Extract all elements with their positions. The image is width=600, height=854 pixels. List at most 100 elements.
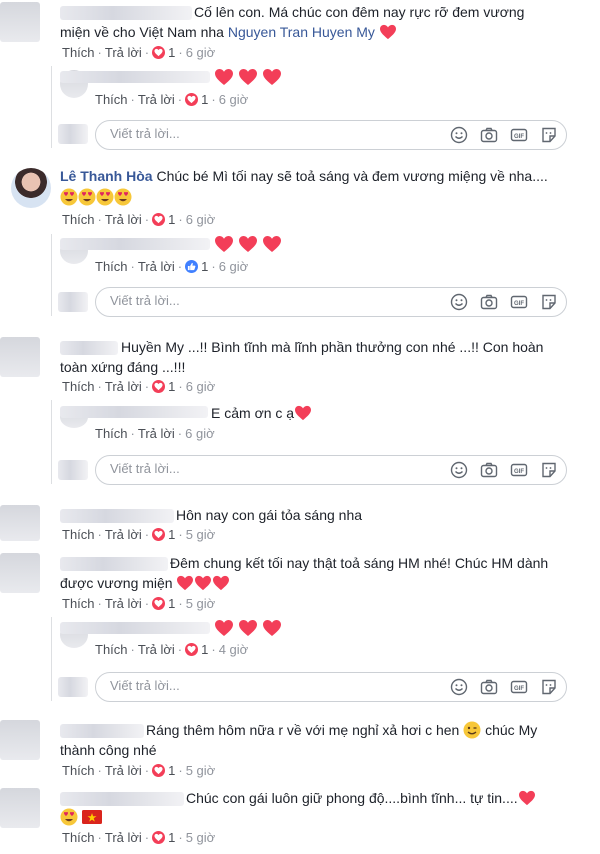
avatar[interactable] [11, 168, 51, 208]
like-link[interactable]: Thích [62, 212, 95, 227]
timestamp[interactable]: 6 giờ [186, 379, 216, 394]
camera-icon[interactable] [480, 126, 498, 144]
like-link[interactable]: Thích [62, 45, 95, 60]
like-link[interactable]: Thích [95, 642, 128, 657]
camera-icon[interactable] [480, 461, 498, 479]
like-link[interactable]: Thích [95, 92, 128, 107]
comment-actions: Thích · Trả lời · 1 · 5 giờ [62, 595, 215, 613]
love-reaction-icon[interactable] [152, 46, 166, 59]
gif-icon[interactable]: GIF [510, 678, 528, 696]
reply-link[interactable]: Trả lời [105, 379, 142, 394]
comment-actions: Thích · Trả lời · 1 · 5 giờ [62, 829, 215, 847]
like-link[interactable]: Thích [62, 830, 95, 845]
commenter-name[interactable]: Lê Thanh Hòa [60, 168, 153, 184]
love-reaction-icon[interactable] [152, 597, 166, 610]
sticker-icon[interactable] [540, 293, 558, 311]
heart-eyes-emoji [96, 188, 114, 206]
timestamp[interactable]: 6 giờ [186, 45, 216, 60]
comment-text: Ráng thêm hôm nữa r về với mẹ nghỉ xả hơ… [146, 720, 537, 741]
like-link[interactable]: Thích [62, 527, 95, 542]
smiley-icon[interactable] [450, 461, 468, 479]
timestamp[interactable]: 5 giờ [186, 596, 216, 611]
thread-line [51, 400, 52, 484]
reply-link[interactable]: Trả lời [138, 426, 175, 441]
comment-body: Chúc bé Mì tối nay sẽ toả sáng và đem vư… [156, 168, 548, 184]
sticker-icon[interactable] [540, 678, 558, 696]
reply-link[interactable]: Trả lời [138, 642, 175, 657]
timestamp[interactable]: 6 giờ [185, 426, 215, 441]
comment-text: Đêm chung kết tối nay thật toả sáng HM n… [170, 555, 549, 571]
reply-link[interactable]: Trả lời [138, 259, 175, 274]
commenter-name-redacted[interactable] [60, 71, 210, 83]
avatar[interactable] [0, 720, 40, 760]
heart-emoji [215, 620, 233, 636]
heart-eyes-emoji [60, 808, 78, 826]
reply-link[interactable]: Trả lời [105, 763, 142, 778]
mention-link[interactable]: Nguyen Tran Huyen My [228, 24, 375, 40]
love-reaction-icon[interactable] [152, 380, 166, 393]
smiley-icon[interactable] [450, 126, 468, 144]
commenter-name-redacted[interactable] [60, 724, 144, 738]
reply-link[interactable]: Trả lời [138, 92, 175, 107]
heart-emoji [379, 24, 396, 40]
comment-text: Chúc con gái luôn giữ phong độ....bình t… [186, 788, 536, 809]
commenter-name-redacted[interactable] [60, 238, 210, 250]
reply-link[interactable]: Trả lời [105, 527, 142, 542]
commenter-name-redacted[interactable] [60, 557, 168, 571]
separator: · [144, 527, 150, 542]
like-reaction-icon[interactable] [185, 260, 199, 273]
commenter-name-redacted[interactable] [60, 6, 192, 20]
timestamp[interactable]: 5 giờ [186, 763, 216, 778]
like-link[interactable]: Thích [62, 596, 95, 611]
timestamp[interactable]: 6 giờ [219, 92, 249, 107]
love-reaction-icon[interactable] [152, 831, 166, 844]
separator: · [177, 426, 183, 441]
separator: · [211, 92, 216, 107]
reply-link[interactable]: Trả lời [105, 45, 142, 60]
reply-link[interactable]: Trả lời [105, 596, 142, 611]
like-link[interactable]: Thích [95, 259, 128, 274]
love-reaction-icon[interactable] [152, 528, 166, 541]
sticker-icon[interactable] [540, 126, 558, 144]
reply-input[interactable]: Viết trả lời... GIF [95, 455, 567, 485]
camera-icon[interactable] [480, 293, 498, 311]
sticker-icon[interactable] [540, 461, 558, 479]
timestamp[interactable]: 5 giờ [186, 830, 216, 845]
separator: · [130, 92, 135, 107]
smiley-icon[interactable] [450, 293, 468, 311]
avatar[interactable] [0, 553, 40, 593]
timestamp[interactable]: 6 giờ [219, 259, 249, 274]
love-reaction-icon[interactable] [185, 93, 199, 106]
like-link[interactable]: Thích [62, 763, 95, 778]
love-reaction-icon[interactable] [185, 643, 199, 656]
timestamp[interactable]: 4 giờ [219, 642, 249, 657]
reply-tools: GIF [450, 678, 558, 696]
gif-icon[interactable]: GIF [510, 293, 528, 311]
timestamp[interactable]: 6 giờ [186, 212, 216, 227]
reply-input[interactable]: Viết trả lời... GIF [95, 672, 567, 702]
reply-link[interactable]: Trả lời [105, 212, 142, 227]
reply-input[interactable]: Viết trả lời... GIF [95, 120, 567, 150]
avatar[interactable] [0, 788, 40, 828]
camera-icon[interactable] [480, 678, 498, 696]
avatar[interactable] [0, 337, 40, 377]
commenter-name-redacted[interactable] [60, 509, 174, 523]
reply-link[interactable]: Trả lời [105, 830, 142, 845]
thread-line [51, 617, 52, 701]
love-reaction-icon[interactable] [152, 213, 166, 226]
commenter-name-redacted[interactable] [60, 406, 208, 418]
smiley-icon[interactable] [450, 678, 468, 696]
avatar[interactable] [0, 2, 40, 42]
commenter-name-redacted[interactable] [60, 341, 118, 355]
like-link[interactable]: Thích [95, 426, 128, 441]
commenter-name-redacted[interactable] [60, 792, 184, 806]
comment-text: miện về cho Việt Nam nha Nguyen Tran Huy… [60, 22, 397, 43]
like-link[interactable]: Thích [62, 379, 95, 394]
love-reaction-icon[interactable] [152, 764, 166, 777]
reply-input[interactable]: Viết trả lời... GIF [95, 287, 567, 317]
timestamp[interactable]: 5 giờ [186, 527, 216, 542]
avatar[interactable] [0, 505, 40, 541]
gif-icon[interactable]: GIF [510, 461, 528, 479]
gif-icon[interactable]: GIF [510, 126, 528, 144]
commenter-name-redacted[interactable] [60, 622, 210, 634]
